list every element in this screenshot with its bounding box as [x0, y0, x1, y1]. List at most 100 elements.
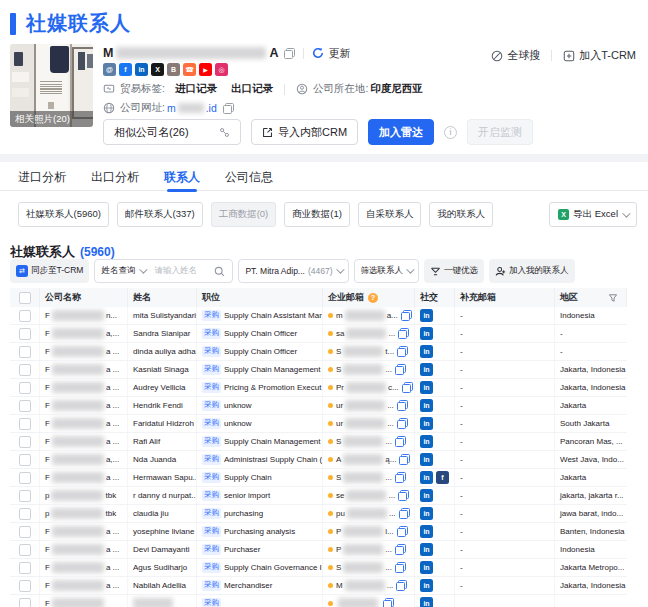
row-checkbox[interactable] — [19, 562, 31, 574]
refresh-label[interactable]: 更新 — [328, 46, 350, 61]
copy-icon[interactable] — [395, 436, 406, 447]
row-checkbox[interactable] — [19, 454, 31, 466]
table-row[interactable]: Fa,... Sandra Sianipar 采购Supply Chain Of… — [10, 325, 627, 343]
row-checkbox[interactable] — [19, 436, 31, 448]
filter-icon[interactable] — [608, 293, 618, 303]
copy-icon[interactable] — [399, 508, 410, 519]
table-row[interactable]: ptbk claudia jiu 采购purchasing pu... in -… — [10, 505, 627, 523]
info-icon[interactable]: i — [444, 126, 457, 139]
copy-icon[interactable] — [395, 562, 406, 573]
search-icon[interactable] — [207, 266, 232, 277]
copy-icon[interactable] — [383, 598, 394, 607]
company-photo[interactable]: 相关照片(20) — [10, 44, 93, 127]
chip-商业数据(1)[interactable]: 商业数据(1) — [284, 202, 350, 227]
copy-icon[interactable] — [397, 400, 408, 411]
linkedin-icon[interactable]: in — [420, 381, 433, 394]
table-row[interactable]: Fa ... Hendrik Fendi 采购unknow ur... in -… — [10, 397, 627, 415]
x-icon[interactable]: X — [151, 63, 164, 76]
linkedin-icon[interactable]: in — [420, 417, 433, 430]
linkedin-icon[interactable]: in — [420, 543, 433, 556]
copy-icon[interactable] — [397, 346, 408, 357]
chip-社媒联系人(5960)[interactable]: 社媒联系人(5960) — [18, 202, 109, 227]
table-row[interactable]: Fa ... Hermawan Sapu... 采购Supply Chain S… — [10, 469, 627, 487]
tab-出口分析[interactable]: 出口分析 — [91, 163, 139, 191]
website-prefix[interactable]: m — [167, 102, 176, 114]
copy-icon[interactable] — [223, 103, 234, 114]
linkedin-icon[interactable]: in — [420, 471, 433, 484]
table-row[interactable]: Fa ... Rafi Alif 采购Supply Chain Manageme… — [10, 433, 627, 451]
name-query-dropdown[interactable]: 姓名查询 — [95, 265, 151, 277]
help-icon[interactable]: ? — [368, 293, 378, 303]
tab-公司信息[interactable]: 公司信息 — [225, 163, 273, 191]
linkedin-icon[interactable]: in — [420, 345, 433, 358]
row-checkbox[interactable] — [19, 472, 31, 484]
import-crm-button[interactable]: 导入内部CRM — [251, 119, 358, 145]
copy-icon[interactable] — [396, 580, 407, 591]
linkedin-icon[interactable]: in — [135, 63, 148, 76]
copy-icon[interactable] — [398, 328, 409, 339]
chip-邮件联系人(337)[interactable]: 邮件联系人(337) — [117, 202, 203, 227]
copy-icon[interactable] — [397, 418, 408, 429]
select-all-checkbox[interactable] — [19, 292, 31, 304]
table-row[interactable]: Fa ... dinda auliya adha 采购Supply Chain … — [10, 343, 627, 361]
copy-icon[interactable] — [401, 310, 412, 321]
table-row[interactable]: Fa ... Faridatul Hidzroh 采购unknow ur... … — [10, 415, 627, 433]
linkedin-icon[interactable]: in — [420, 309, 433, 322]
table-row[interactable]: Fa ... Kasniati Sinaga 采购Supply Chain Ma… — [10, 361, 627, 379]
copy-icon[interactable] — [284, 48, 295, 59]
table-row[interactable]: Fa ... Nabilah Adellia 采购Merchandiser M.… — [10, 577, 627, 595]
export-excel-button[interactable]: X 导出 Excel — [549, 202, 637, 227]
row-checkbox[interactable] — [19, 346, 31, 358]
blog-icon[interactable]: @ — [103, 63, 116, 76]
instagram-icon[interactable]: ◎ — [215, 63, 228, 76]
table-row[interactable]: Fa ... Agus Sudiharjo 采购Supply Chain Gov… — [10, 559, 627, 577]
linkedin-icon[interactable]: in — [420, 525, 433, 538]
row-checkbox[interactable] — [19, 418, 31, 430]
sync-tcrm-button[interactable]: ⇄ 同步至T-CRM — [10, 259, 89, 283]
row-checkbox[interactable] — [19, 580, 31, 592]
phone-icon[interactable]: ☎ — [183, 63, 196, 76]
row-checkbox[interactable] — [19, 382, 31, 394]
row-checkbox[interactable] — [19, 490, 31, 502]
copy-icon[interactable] — [397, 526, 408, 537]
row-checkbox[interactable] — [19, 598, 31, 607]
row-checkbox[interactable] — [19, 544, 31, 556]
start-monitor-button[interactable]: 开启监测 — [467, 119, 533, 145]
join-tcrm-button[interactable]: 加入T-CRM — [563, 48, 636, 63]
trade-tag-export[interactable]: 出口记录 — [231, 82, 273, 96]
trade-tag-import[interactable]: 进口记录 — [175, 82, 217, 96]
chip-自采联系人[interactable]: 自采联系人 — [358, 202, 422, 227]
row-checkbox[interactable] — [19, 526, 31, 538]
chip-我的联系人[interactable]: 我的联系人 — [429, 202, 493, 227]
linkedin-icon[interactable]: in — [420, 399, 433, 412]
linkedin-icon[interactable]: in — [420, 453, 433, 466]
linkedin-icon[interactable]: in — [420, 327, 433, 340]
copy-icon[interactable] — [402, 382, 413, 393]
join-radar-button[interactable]: 加入雷达 — [368, 119, 434, 145]
facebook-icon[interactable]: f — [436, 471, 449, 484]
name-search-input[interactable]: 请输入姓名 — [151, 265, 207, 277]
copy-icon[interactable] — [398, 490, 409, 501]
tab-进口分析[interactable]: 进口分析 — [18, 163, 66, 191]
table-row[interactable]: F 采购 in — [10, 595, 627, 607]
website-suffix[interactable]: .id — [206, 102, 217, 114]
table-row[interactable]: ptbk r danny d nurpat... 采购senior import… — [10, 487, 627, 505]
row-checkbox[interactable] — [19, 310, 31, 322]
company-filter-dropdown[interactable]: PT. Mitra Adip... (4467) — [238, 259, 348, 283]
table-row[interactable]: Fn... mita Sulistyandari 采购Supply Chain … — [10, 307, 627, 325]
linkedin-icon[interactable]: in — [420, 579, 433, 592]
table-row[interactable]: Fa ... Devi Damayanti 采购Purchaser P... i… — [10, 541, 627, 559]
quick-select-button[interactable]: 一键优选 — [424, 259, 484, 283]
linkedin-icon[interactable]: in — [420, 363, 433, 376]
global-search-button[interactable]: 全球搜 — [491, 48, 540, 63]
forum-icon[interactable]: B — [167, 63, 180, 76]
row-checkbox[interactable] — [19, 328, 31, 340]
table-row[interactable]: Fa ... Audrey Vellicia 采购Pricing & Promo… — [10, 379, 627, 397]
row-checkbox[interactable] — [19, 508, 31, 520]
tab-联系人[interactable]: 联系人 — [164, 163, 200, 191]
linkedin-icon[interactable]: in — [420, 507, 433, 520]
chip-工商数据(0)[interactable]: 工商数据(0) — [211, 202, 277, 227]
row-checkbox[interactable] — [19, 400, 31, 412]
copy-icon[interactable] — [395, 364, 406, 375]
linkedin-icon[interactable]: in — [420, 597, 433, 607]
